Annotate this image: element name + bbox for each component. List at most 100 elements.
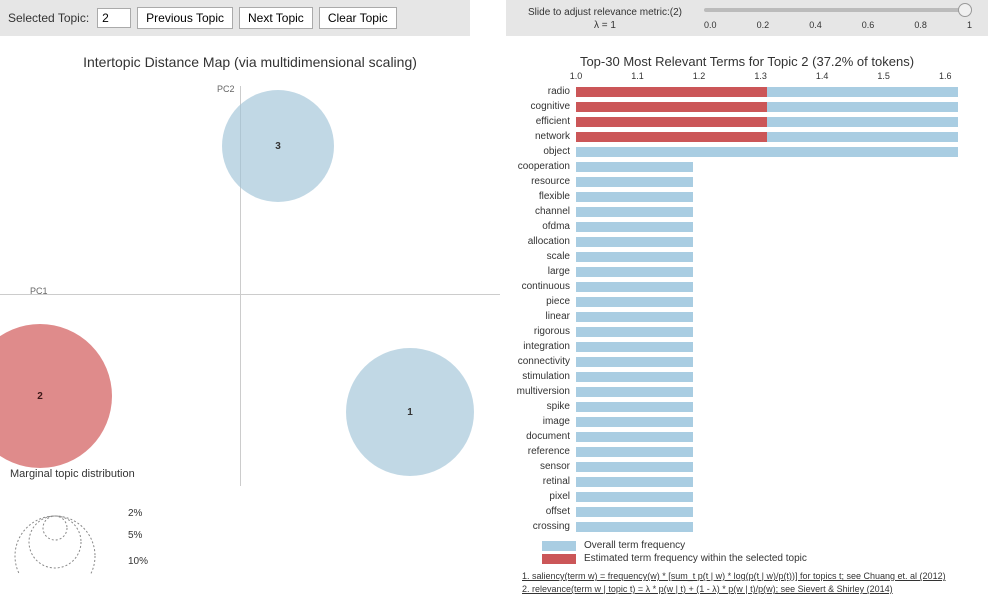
legend-swatch-estimated [542,554,576,564]
term-bar-overall [576,252,693,262]
term-bar-overall [576,447,693,457]
term-row[interactable]: piece [576,295,978,309]
barchart-x-axis: 1.01.11.21.31.41.51.6 [576,71,978,85]
term-bar-overall [576,387,693,397]
term-bar-overall [576,402,693,412]
term-label: spike [547,400,570,414]
term-bar-estimated [576,132,767,142]
term-label: radio [548,85,570,99]
slider-tick: 0.6 [862,20,875,30]
legend-label-estimated: Estimated term frequency within the sele… [584,553,807,564]
barchart-legend: Overall term frequency Estimated term fr… [542,540,988,564]
term-label: document [526,430,570,444]
term-row[interactable]: cooperation [576,160,978,174]
term-row[interactable]: reference [576,445,978,459]
term-row[interactable]: allocation [576,235,978,249]
term-label: connectivity [518,355,570,369]
clear-topic-button[interactable]: Clear Topic [319,7,397,29]
term-row[interactable]: linear [576,310,978,324]
x-axis-tick: 1.4 [816,71,829,81]
legend-label-overall: Overall term frequency [584,540,685,551]
topic-bubble-3[interactable]: 3 [222,90,334,202]
x-axis-tick: 1.5 [877,71,890,81]
term-row[interactable]: network [576,130,978,144]
term-bar-overall [576,222,693,232]
term-row[interactable]: sensor [576,460,978,474]
term-row[interactable]: ofdma [576,220,978,234]
axis-pc1-line [0,294,500,295]
term-bar-overall [576,462,693,472]
marginal-pct-2: 2% [128,508,142,519]
term-row[interactable]: cognitive [576,100,978,114]
term-bar-overall [576,522,693,532]
term-row[interactable]: efficient [576,115,978,129]
term-label: channel [535,205,570,219]
selected-topic-label: Selected Topic: [8,11,89,25]
term-label: retinal [543,475,570,489]
term-label: allocation [528,235,570,249]
term-label: network [535,130,570,144]
term-bar-overall [576,207,693,217]
term-label: scale [547,250,570,264]
legend-swatch-overall [542,541,576,551]
term-row[interactable]: large [576,265,978,279]
term-bar-overall [576,342,693,352]
footnote-1: 1. saliency(term w) = frequency(w) * [su… [522,570,988,583]
term-row[interactable]: scale [576,250,978,264]
lambda-slider[interactable] [704,8,972,12]
footnotes: 1. saliency(term w) = frequency(w) * [su… [522,570,988,596]
term-bar-overall [576,162,693,172]
term-label: linear [546,310,570,324]
term-row[interactable]: resource [576,175,978,189]
slider-tick: 0.2 [757,20,770,30]
term-row[interactable]: flexible [576,190,978,204]
intertopic-panel: Intertopic Distance Map (via multidimens… [0,40,500,598]
term-row[interactable]: document [576,430,978,444]
term-row[interactable]: connectivity [576,355,978,369]
term-bar-overall [576,492,693,502]
term-label: cognitive [531,100,570,114]
term-row[interactable]: retinal [576,475,978,489]
marginal-legend: Marginal topic distribution 2% 5% 10% [10,468,260,574]
term-row[interactable]: object [576,145,978,159]
term-row[interactable]: continuous [576,280,978,294]
term-bar-overall [576,417,693,427]
next-topic-button[interactable]: Next Topic [239,7,313,29]
term-bar-overall [576,297,693,307]
term-bar-overall [576,312,693,322]
term-row[interactable]: offset [576,505,978,519]
term-row[interactable]: crossing [576,520,978,534]
term-bar-overall [576,282,693,292]
slider-lambda-value: λ = 1 [594,20,616,31]
term-row[interactable]: image [576,415,978,429]
marginal-legend-circles [10,484,140,574]
term-bar-estimated [576,117,767,127]
term-bar-overall [576,192,693,202]
term-row[interactable]: channel [576,205,978,219]
term-row[interactable]: pixel [576,490,978,504]
topic-bubble-1[interactable]: 1 [346,348,474,476]
term-row[interactable]: multiversion [576,385,978,399]
term-row[interactable]: radio [576,85,978,99]
term-label: piece [546,295,570,309]
topic-bubble-id: 3 [275,141,281,152]
topic-bubble-id: 1 [407,407,413,418]
selected-topic-input[interactable] [97,8,131,28]
term-row[interactable]: spike [576,400,978,414]
slider-caption-hint: (2) [670,7,682,18]
term-label: image [543,415,570,429]
previous-topic-button[interactable]: Previous Topic [137,7,233,29]
term-row[interactable]: rigorous [576,325,978,339]
term-label: cooperation [518,160,570,174]
term-bar-overall [576,432,693,442]
term-row[interactable]: integration [576,340,978,354]
topic-bubble-2[interactable]: 2 [0,324,112,468]
term-label: efficient [536,115,570,129]
slider-tick: 1 [967,20,972,30]
term-label: integration [523,340,570,354]
term-row[interactable]: stimulation [576,370,978,384]
x-axis-tick: 1.1 [631,71,644,81]
slider-caption: Slide to adjust relevance metric:(2) λ =… [506,4,704,32]
terms-title: Top-30 Most Relevant Terms for Topic 2 (… [506,54,988,69]
slider-tick: 0.4 [809,20,822,30]
